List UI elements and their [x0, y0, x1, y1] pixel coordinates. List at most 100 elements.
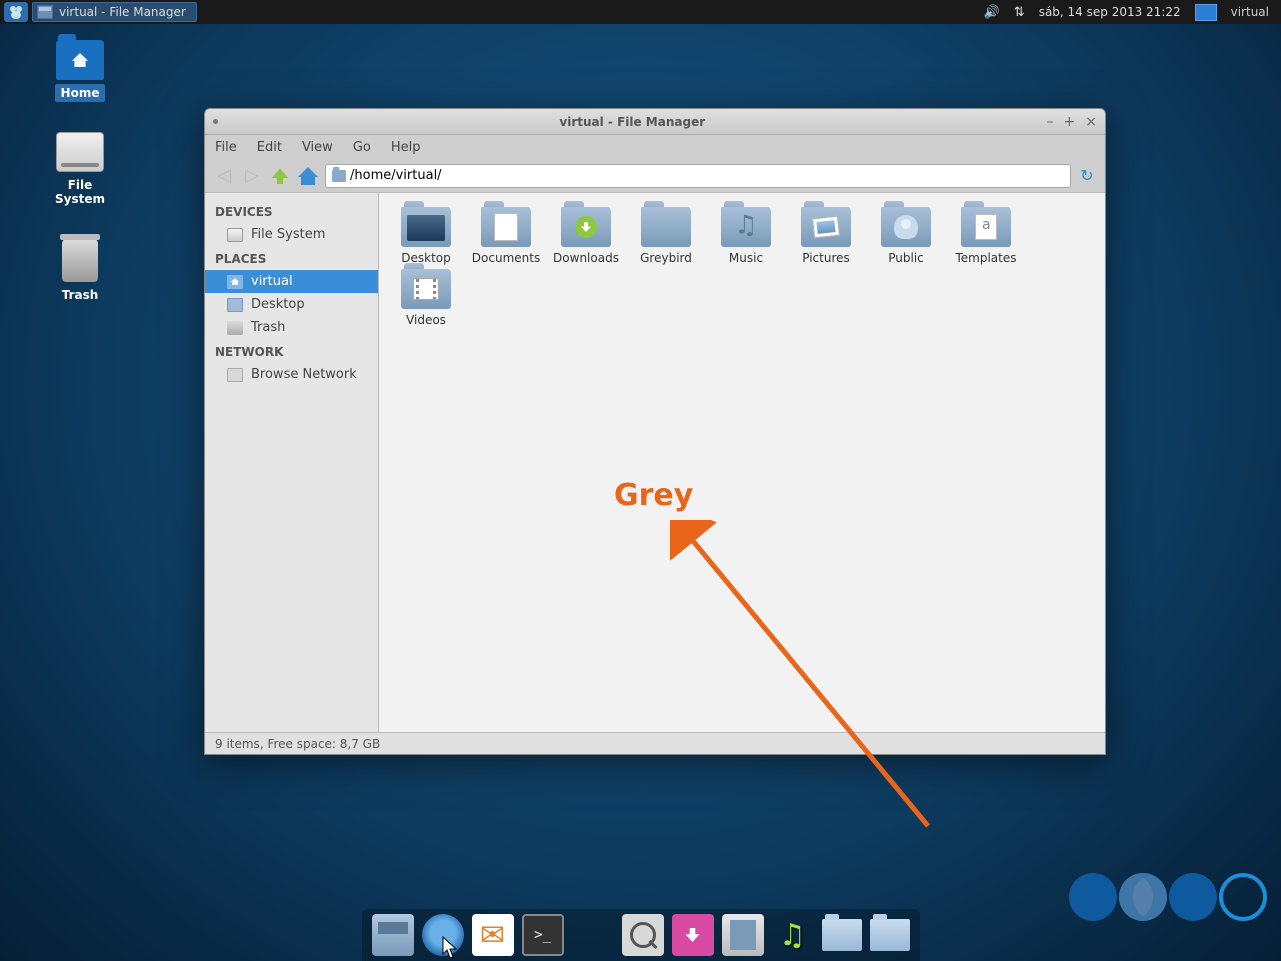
sidebar-item-virtual[interactable]: virtual: [205, 270, 378, 293]
folder-greybird[interactable]: Greybird: [627, 207, 705, 265]
desktop-icon-label: Home: [55, 84, 106, 102]
sidebar-item-label: Trash: [251, 320, 285, 335]
folder-label: Public: [888, 251, 924, 265]
folder-pictures[interactable]: Pictures: [787, 207, 865, 265]
folder-label: Downloads: [553, 251, 619, 265]
workspace-indicator[interactable]: [1195, 4, 1217, 21]
taskbar-item-label: virtual - File Manager: [59, 5, 186, 19]
desktop-icon: [227, 298, 243, 312]
desktop-icon-label: Trash: [56, 286, 105, 304]
folder-downloads[interactable]: Downloads: [547, 207, 625, 265]
parent-dir-button[interactable]: [269, 166, 291, 186]
menubar: File Edit View Go Help: [205, 135, 1105, 159]
back-button[interactable]: ◁: [213, 165, 235, 186]
dock-item-terminal[interactable]: [522, 914, 564, 956]
wallpaper-circles: [1069, 873, 1267, 921]
menu-edit[interactable]: Edit: [257, 140, 282, 155]
dock-item-folder[interactable]: [870, 919, 910, 951]
file-pane[interactable]: Desktop Documents Downloads Greybird ♫ M…: [379, 193, 1105, 732]
home-folder-icon: [56, 40, 104, 80]
file-manager-icon: [37, 5, 53, 19]
desktop-icon-file-system[interactable]: File System: [40, 132, 120, 208]
dock-item-downloader[interactable]: [672, 914, 714, 956]
public-icon: [894, 215, 918, 239]
dock-item-folder[interactable]: [822, 919, 862, 951]
dock-item-file-manager[interactable]: [372, 914, 414, 956]
sidebar-item-browse-network[interactable]: Browse Network: [205, 363, 378, 386]
circle-icon: [1119, 873, 1167, 921]
disk-icon: [227, 228, 243, 242]
dock-item-app-grid[interactable]: [572, 914, 614, 956]
close-button[interactable]: ×: [1085, 114, 1097, 130]
volume-icon[interactable]: 🔊: [984, 5, 1000, 20]
folder-documents[interactable]: Documents: [467, 207, 545, 265]
folder-desktop[interactable]: Desktop: [387, 207, 465, 265]
network-updown-icon[interactable]: ⇅: [1014, 5, 1025, 20]
toolbar: ◁ ▷ ↻: [205, 159, 1105, 193]
sidebar-header-devices: DEVICES: [205, 199, 378, 223]
application-menu-button[interactable]: [4, 2, 28, 22]
document-icon: [494, 213, 518, 241]
home-button[interactable]: [297, 166, 319, 186]
menu-go[interactable]: Go: [353, 140, 371, 155]
folder-templates[interactable]: Templates: [947, 207, 1025, 265]
pictures-icon: [812, 216, 840, 239]
panel-right: 🔊 ⇅ sáb, 14 sep 2013 21:22 virtual: [984, 4, 1281, 21]
desktop-icon-label: File System: [40, 176, 120, 208]
disk-icon: [56, 132, 104, 172]
maximize-button[interactable]: +: [1064, 114, 1076, 130]
folder-icon: [332, 170, 346, 182]
minimize-button[interactable]: –: [1047, 114, 1054, 130]
home-icon: [297, 166, 319, 186]
menu-help[interactable]: Help: [391, 140, 421, 155]
folder-label: Music: [729, 251, 763, 265]
sidebar-item-label: File System: [251, 227, 325, 242]
menu-view[interactable]: View: [302, 140, 333, 155]
templates-icon: [975, 214, 997, 240]
titlebar[interactable]: virtual - File Manager – + ×: [205, 109, 1105, 135]
sidebar: DEVICES File System PLACES virtual Deskt…: [205, 193, 379, 732]
dock-item-web-browser[interactable]: [422, 914, 464, 956]
menu-file[interactable]: File: [215, 140, 237, 155]
sidebar-item-label: virtual: [251, 274, 293, 289]
music-icon: ♫: [734, 211, 757, 241]
clock-label[interactable]: sáb, 14 sep 2013 21:22: [1039, 5, 1181, 19]
desktop-icon-home[interactable]: Home: [40, 40, 120, 102]
desktop-icon-trash[interactable]: Trash: [40, 238, 120, 304]
statusbar-text: 9 items, Free space: 8,7 GB: [215, 737, 380, 751]
dock-item-mail[interactable]: [472, 914, 514, 956]
sidebar-item-trash[interactable]: Trash: [205, 316, 378, 339]
refresh-button[interactable]: ↻: [1077, 166, 1097, 185]
folder-music[interactable]: ♫ Music: [707, 207, 785, 265]
dock-item-music[interactable]: [772, 914, 814, 956]
folder-icon: [641, 207, 691, 247]
circle-icon: [1219, 873, 1267, 921]
forward-button[interactable]: ▷: [241, 165, 263, 186]
videos-icon: [413, 278, 439, 300]
arrow-up-icon: [270, 166, 290, 186]
desktop-icons: Home File System Trash: [40, 40, 120, 304]
file-manager-window: virtual - File Manager – + × File Edit V…: [204, 108, 1106, 755]
window-body: DEVICES File System PLACES virtual Deskt…: [205, 193, 1105, 732]
folder-label: Pictures: [802, 251, 850, 265]
path-entry[interactable]: [325, 164, 1071, 188]
sidebar-header-network: NETWORK: [205, 339, 378, 363]
path-input[interactable]: [350, 168, 1064, 183]
dock-item-search[interactable]: [622, 914, 664, 956]
xfce-mouse-icon: [8, 5, 24, 19]
folder-videos[interactable]: Videos: [387, 269, 465, 327]
window-title: virtual - File Manager: [218, 115, 1047, 129]
network-icon: [227, 368, 243, 382]
sidebar-item-file-system[interactable]: File System: [205, 223, 378, 246]
home-icon: [227, 275, 243, 289]
trash-icon: [227, 321, 243, 335]
folder-public[interactable]: Public: [867, 207, 945, 265]
sidebar-item-label: Browse Network: [251, 367, 357, 382]
dock-item-editor[interactable]: [722, 914, 764, 956]
panel-left: virtual - File Manager: [0, 2, 197, 22]
user-menu-label[interactable]: virtual: [1231, 5, 1269, 19]
taskbar-item-file-manager[interactable]: virtual - File Manager: [32, 2, 197, 22]
sidebar-header-places: PLACES: [205, 246, 378, 270]
trash-icon: [62, 238, 98, 282]
sidebar-item-desktop[interactable]: Desktop: [205, 293, 378, 316]
